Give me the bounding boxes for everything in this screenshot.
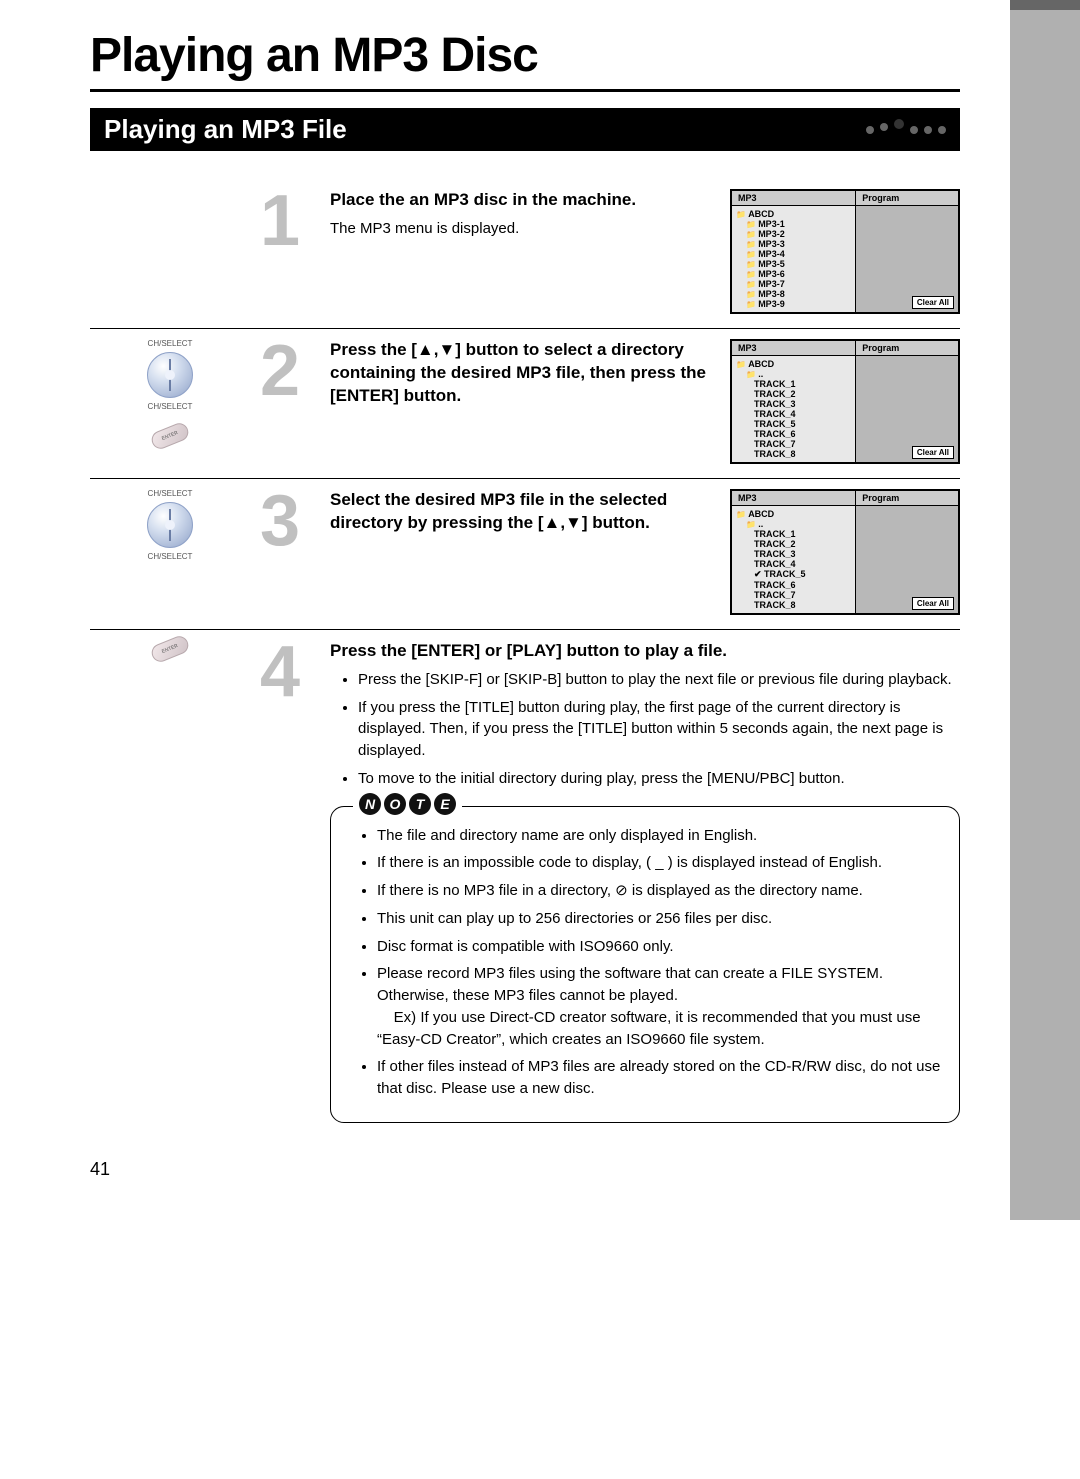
chselect-label: CH/SELECT <box>148 402 193 411</box>
page-title: Playing an MP3 Disc <box>90 28 960 92</box>
osd-screen-3: MP3 Program ABCD..TRACK_1TRACK_2TRACK_3T… <box>730 489 960 615</box>
step-heading: Press the [ENTER] or [PLAY] button to pl… <box>330 640 960 663</box>
step-heading: Place the an MP3 disc in the machine. <box>330 189 720 212</box>
section-title: Playing an MP3 File <box>104 114 347 145</box>
note-item: Please record MP3 files using the softwa… <box>377 963 941 1050</box>
section-header: Playing an MP3 File <box>90 108 960 151</box>
step-body: The MP3 menu is displayed. <box>330 218 720 240</box>
decorative-dots-icon <box>866 125 946 135</box>
note-item: If there is no MP3 file in a directory, … <box>377 880 941 902</box>
dpad-icon <box>147 352 193 398</box>
step-bullet: Press the [SKIP-F] or [SKIP-B] button to… <box>358 669 960 691</box>
osd-tab-right: Program <box>856 191 958 205</box>
osd-tab-left: MP3 <box>732 191 856 205</box>
note-item: The file and directory name are only dis… <box>377 825 941 847</box>
osd-tab-left: MP3 <box>732 491 856 505</box>
step-number: 4 <box>260 640 320 705</box>
remote-hint: ENTER <box>90 640 250 658</box>
chselect-label: CH/SELECT <box>148 489 193 498</box>
step-number: 3 <box>260 489 320 554</box>
osd-screen-2: MP3 Program ABCD..TRACK_1TRACK_2TRACK_3T… <box>730 339 960 464</box>
osd-tab-left: MP3 <box>732 341 856 355</box>
note-letter: O <box>384 793 406 815</box>
step-bullets: Press the [SKIP-F] or [SKIP-B] button to… <box>358 669 960 790</box>
note-box: NOTE The file and directory name are onl… <box>330 806 960 1123</box>
clear-all-button: Clear All <box>912 597 954 610</box>
step-number: 1 <box>260 189 320 254</box>
note-item: If other files instead of MP3 files are … <box>377 1056 941 1100</box>
note-item: If there is an impossible code to displa… <box>377 852 941 874</box>
step-bullet: If you press the [TITLE] button during p… <box>358 697 960 762</box>
note-letter: N <box>359 793 381 815</box>
step-heading: Press the [▲,▼] button to select a direc… <box>330 339 720 408</box>
note-list: The file and directory name are only dis… <box>377 825 941 1100</box>
remote-hint: CH/SELECT CH/SELECT <box>90 489 250 561</box>
osd-screen-1: MP3 Program ABCDMP3-1MP3-2MP3-3MP3-4MP3-… <box>730 189 960 314</box>
step-heading: Select the desired MP3 file in the selec… <box>330 489 720 535</box>
note-item: Disc format is compatible with ISO9660 o… <box>377 936 941 958</box>
note-label: NOTE <box>353 793 462 815</box>
step-1: 1 Place the an MP3 disc in the machine. … <box>90 179 960 329</box>
step-bullet: To move to the initial directory during … <box>358 768 960 790</box>
note-letter: E <box>434 793 456 815</box>
note-letter: T <box>409 793 431 815</box>
page-content: Playing an MP3 Disc Playing an MP3 File … <box>0 0 1080 1220</box>
chselect-label: CH/SELECT <box>148 552 193 561</box>
enter-button-icon: ENTER <box>149 421 191 452</box>
step-2: CH/SELECT CH/SELECT ENTER 2 Press the [▲… <box>90 329 960 479</box>
remote-hint: CH/SELECT CH/SELECT ENTER <box>90 339 250 445</box>
step-4: ENTER 4 Press the [ENTER] or [PLAY] butt… <box>90 630 960 1137</box>
step-number: 2 <box>260 339 320 404</box>
osd-tab-right: Program <box>856 341 958 355</box>
chselect-label: CH/SELECT <box>148 339 193 348</box>
note-item: This unit can play up to 256 directories… <box>377 908 941 930</box>
clear-all-button: Clear All <box>912 446 954 459</box>
dpad-icon <box>147 502 193 548</box>
page-number: 41 <box>90 1159 960 1180</box>
clear-all-button: Clear All <box>912 296 954 309</box>
enter-button-icon: ENTER <box>149 634 191 665</box>
step-3: CH/SELECT CH/SELECT 3 Select the desired… <box>90 479 960 630</box>
osd-tab-right: Program <box>856 491 958 505</box>
